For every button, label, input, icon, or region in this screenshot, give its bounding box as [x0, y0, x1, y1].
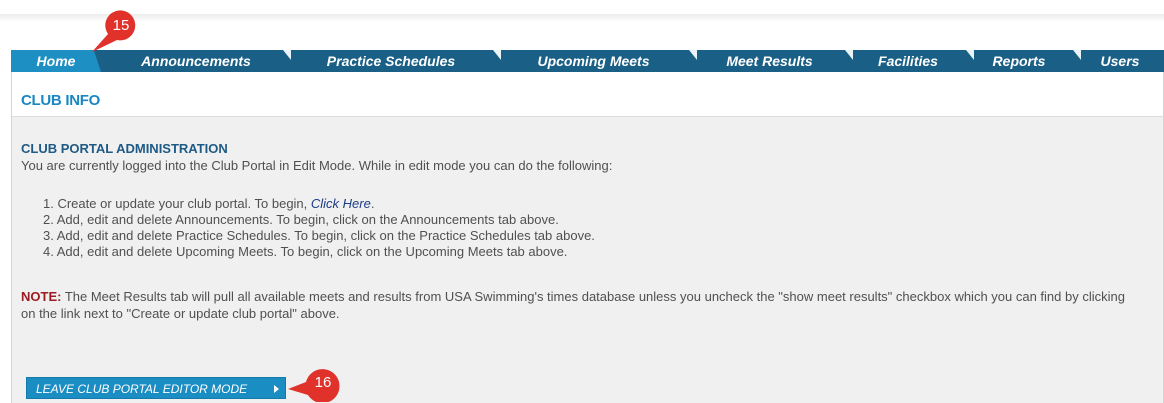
tab-upcoming-meets[interactable]: Upcoming Meets	[501, 50, 686, 72]
list-item: 4. Add, edit and delete Upcoming Meets. …	[43, 244, 595, 260]
click-here-link[interactable]: Click Here	[311, 196, 371, 211]
admin-heading: CLUB PORTAL ADMINISTRATION	[21, 141, 228, 156]
note-label: NOTE:	[21, 289, 62, 304]
step-text: Add, edit and delete Practice Schedules.…	[56, 228, 595, 243]
tab-practice-schedules[interactable]: Practice Schedules	[291, 50, 491, 72]
step-text: Add, edit and delete Announcements. To b…	[56, 212, 559, 227]
tab-facilities[interactable]: Facilities	[853, 50, 963, 72]
step-text: Create or update your club portal. To be…	[57, 196, 311, 211]
step-text: Add, edit and delete Upcoming Meets. To …	[56, 244, 568, 259]
step-number: 4.	[43, 244, 54, 259]
step-number: 3.	[43, 228, 54, 243]
tab-divider	[689, 50, 697, 60]
step-number: 2.	[43, 212, 54, 227]
leave-editor-mode-label: LEAVE CLUB PORTAL EDITOR MODE	[36, 382, 248, 396]
section-header	[11, 72, 1164, 117]
tab-meet-results[interactable]: Meet Results	[697, 50, 842, 72]
step-text-end: .	[370, 196, 375, 211]
list-item: 2. Add, edit and delete Announcements. T…	[43, 212, 595, 228]
club-portal-page: Home Announcements Practice Schedules Up…	[0, 0, 1164, 403]
list-item: 1. Create or update your club portal. To…	[43, 196, 595, 212]
meet-results-note: NOTE: The Meet Results tab will pull all…	[21, 288, 1141, 322]
tab-divider	[966, 50, 974, 60]
tab-reports[interactable]: Reports	[974, 50, 1064, 72]
section-title: CLUB INFO	[21, 92, 100, 109]
callout-marker-16: 16	[288, 369, 340, 402]
tab-divider	[493, 50, 501, 60]
tab-divider	[845, 50, 853, 60]
callout-label: 16	[315, 374, 332, 391]
note-text: The Meet Results tab will pull all avail…	[21, 289, 1125, 321]
list-item: 3. Add, edit and delete Practice Schedul…	[43, 228, 595, 244]
admin-steps-list: 1. Create or update your club portal. To…	[43, 196, 595, 260]
callout-label: 15	[113, 17, 130, 34]
admin-intro-text: You are currently logged into the Club P…	[21, 158, 613, 173]
top-shadow	[0, 14, 1164, 22]
tab-users[interactable]: Users	[1081, 50, 1159, 72]
tab-divider	[1073, 50, 1081, 60]
tab-divider	[283, 50, 291, 60]
callout-marker-15: 15	[92, 10, 136, 53]
arrow-right-icon	[274, 385, 279, 393]
leave-editor-mode-button[interactable]: LEAVE CLUB PORTAL EDITOR MODE	[26, 377, 286, 399]
step-number: 1.	[43, 196, 54, 211]
